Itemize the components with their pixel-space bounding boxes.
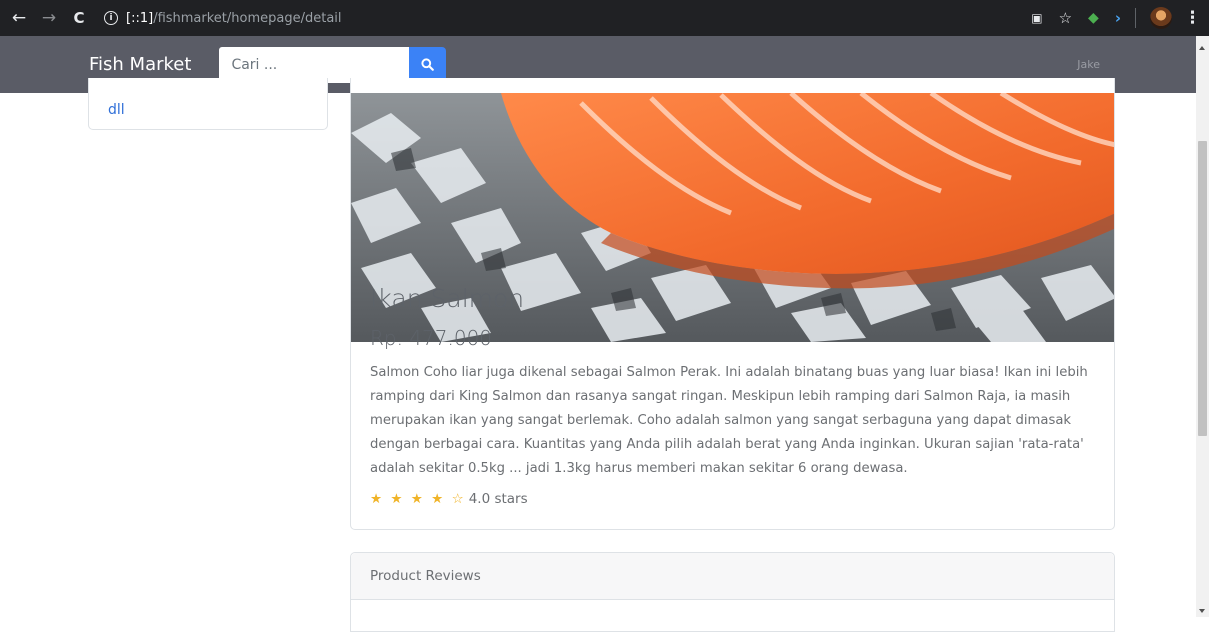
url-host: [::1]: [126, 10, 154, 26]
address-bar[interactable]: i [::1]/fishmarket/homepage/detail: [104, 5, 342, 31]
search-icon: [421, 58, 435, 71]
translate-icon[interactable]: ▣: [1031, 11, 1042, 25]
rating-text: 4.0 stars: [468, 491, 528, 507]
extension-icon[interactable]: ◆: [1088, 10, 1099, 26]
category-sidebar: dll: [88, 78, 328, 130]
rating-stars-icon: ★ ★ ★ ★ ☆: [370, 491, 466, 507]
browser-actions: ▣ ☆ ◆ › ⋮: [1015, 0, 1201, 36]
star-icon[interactable]: ☆: [1059, 9, 1072, 27]
product-description: Salmon Coho liar juga dikenal sebagai Sa…: [370, 365, 1088, 476]
scroll-up-arrow-icon[interactable]: [1199, 46, 1205, 50]
page-scrollbar[interactable]: [1196, 36, 1209, 617]
product-rating: ★ ★ ★ ★ ☆ 4.0 stars: [370, 491, 528, 507]
product-card: Ikan Salmon Rp. 477.000 Salmon Coho liar…: [350, 78, 1115, 530]
product-title: Ikan Salmon: [370, 284, 525, 313]
extension-arrow-icon[interactable]: ›: [1115, 9, 1121, 27]
forward-arrow-icon[interactable]: →: [38, 8, 60, 28]
brand-logo[interactable]: Fish Market: [89, 54, 191, 75]
url-path: /fishmarket/homepage/detail: [153, 10, 342, 26]
scroll-thumb[interactable]: [1198, 141, 1207, 436]
reviews-card: Product Reviews: [350, 552, 1115, 632]
back-arrow-icon[interactable]: ←: [8, 8, 30, 28]
reload-icon[interactable]: C: [68, 9, 90, 27]
info-icon[interactable]: i: [104, 11, 118, 25]
toolbar-divider: [1135, 8, 1136, 28]
product-price: Rp. 477.000: [370, 326, 493, 350]
scroll-down-arrow-icon[interactable]: [1199, 609, 1205, 613]
browser-toolbar: ← → C i [::1]/fishmarket/homepage/detail…: [0, 0, 1209, 36]
url-text[interactable]: [::1]/fishmarket/homepage/detail: [126, 11, 342, 26]
reviews-header: Product Reviews: [351, 553, 1114, 600]
profile-avatar[interactable]: [1150, 7, 1172, 29]
sidebar-item-dll[interactable]: dll: [108, 102, 125, 118]
menu-kebab-icon[interactable]: ⋮: [1184, 8, 1201, 28]
